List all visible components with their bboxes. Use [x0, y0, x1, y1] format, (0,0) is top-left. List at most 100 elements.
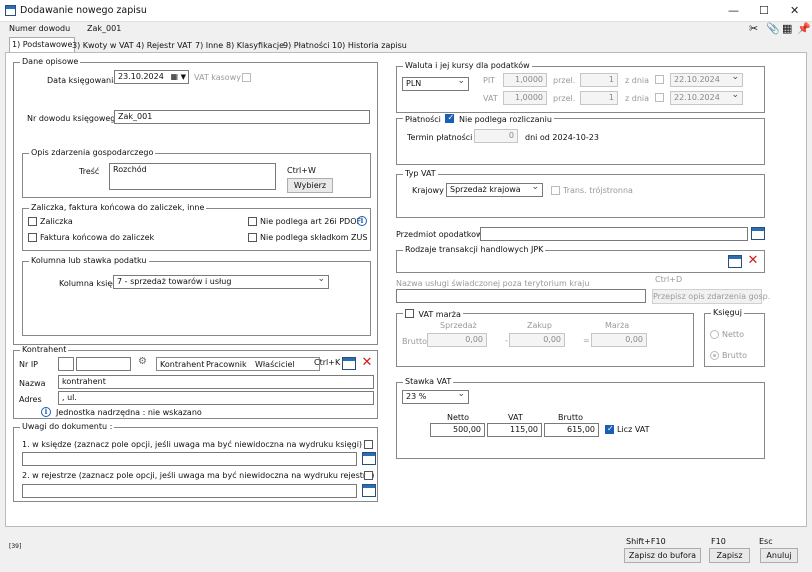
marza-input[interactable]: 0,00 [591, 333, 647, 347]
vat-date-input[interactable]: 22.10.2024 [670, 91, 743, 105]
maximize-button[interactable]: ☐ [759, 4, 769, 17]
zapisz-button[interactable]: Zapisz [709, 548, 750, 563]
tab-inne[interactable]: 7) Inne [193, 39, 225, 53]
vat-z-dnia-label: z dnia [625, 94, 650, 103]
uwagi-ksiedze-checkbox[interactable] [364, 440, 373, 449]
kolumna-ksiegi-select[interactable]: 7 - sprzedaż towarów i usług [113, 275, 329, 289]
uwagi-ksiedze-button[interactable] [362, 452, 376, 465]
brutto-radio[interactable] [710, 351, 719, 360]
nazwa-uslugi-input[interactable] [396, 289, 646, 303]
sprzedaz-label: Sprzedaż [440, 321, 477, 330]
paperclip-icon[interactable]: 📎 [766, 22, 780, 35]
nazwa-input[interactable]: kontrahent [58, 375, 374, 389]
netto-radio[interactable] [710, 330, 719, 339]
calendar-icon[interactable]: ▦ [170, 71, 178, 83]
tab-historia[interactable]: 10) Historia zapisu [330, 39, 409, 53]
vat-date-checkbox[interactable] [655, 93, 664, 102]
vat-kasowy-checkbox[interactable] [242, 73, 251, 82]
typ-vat-group: Typ VAT Krajowy Sprzedaż krajowa Trans. … [396, 169, 765, 218]
tab-kwoty-vat[interactable]: 3) Kwoty w VAT [70, 39, 136, 53]
nie-podlega-checkbox[interactable] [445, 113, 455, 123]
pit-rate-input[interactable]: 1,0000 [503, 73, 547, 87]
uwagi-rejestrze-input[interactable] [22, 484, 357, 498]
vat-amount-input[interactable]: 115,00 [487, 423, 542, 437]
numer-dowodu-value: Zak_001 [87, 24, 122, 33]
pit-przel-input[interactable]: 1 [580, 73, 618, 87]
uwagi-ksiedze-input[interactable] [22, 452, 357, 466]
wlasciciel-type-option[interactable]: Właściciel [255, 360, 295, 369]
vat-rate-input[interactable]: 1,0000 [503, 91, 547, 105]
minus-sign: - [505, 336, 508, 345]
uwagi-rejestrze-button[interactable] [362, 484, 376, 497]
zaliczka-checkbox[interactable] [28, 217, 37, 226]
trans-trojstronna-checkbox[interactable] [551, 186, 560, 195]
jpk-clear-button[interactable]: ✕ [746, 254, 760, 268]
faktura-koncowa-checkbox[interactable] [28, 233, 37, 242]
vat-przel-input[interactable]: 1 [580, 91, 618, 105]
tab-rejestr-vat[interactable]: 4) Rejestr VAT [134, 39, 194, 53]
zus-checkbox[interactable] [248, 233, 257, 242]
nr-ip-label: Nr IP [19, 360, 38, 369]
przedmiot-select-button[interactable] [751, 227, 765, 240]
data-ksiegowania-input[interactable]: 23.10.2024 ▦ ▼ [114, 70, 189, 84]
date-dropdown-arrow[interactable]: ▼ [181, 71, 186, 83]
pin-icon[interactable]: 📌 [797, 22, 811, 35]
adres-label: Adres [19, 395, 42, 404]
numer-dowodu-label: Numer dowodu [9, 24, 71, 33]
nazwa-label: Nazwa [19, 379, 46, 388]
nr-ip-input[interactable] [58, 357, 74, 371]
grid-icon[interactable]: ▦ [782, 22, 792, 35]
termin-platnosci-input[interactable]: 0 [474, 129, 518, 143]
adres-input[interactable]: , ul. [58, 391, 374, 405]
zakup-input[interactable]: 0,00 [509, 333, 565, 347]
pit-date-input[interactable]: 22.10.2024 [670, 73, 743, 87]
brutto-input[interactable]: 615,00 [544, 423, 599, 437]
vat-przel-label: przel. [553, 94, 576, 103]
marza-label: Marża [605, 321, 630, 330]
nie-podlega-label: Nie podlega rozliczaniu [458, 115, 552, 124]
minimize-button[interactable]: — [728, 4, 739, 17]
netto-input[interactable]: 500,00 [430, 423, 485, 437]
ctrl-k-hint: Ctrl+K [314, 358, 341, 367]
kontrahent-code-input[interactable] [76, 357, 131, 371]
kontrahent-group: Kontrahent Nr IP ⚙ Kontrahent Pracownik … [13, 345, 378, 419]
tresc-textarea[interactable]: Rozchód [109, 163, 276, 190]
typ-vat-select[interactable]: Sprzedaż krajowa [446, 183, 543, 197]
select-kontrahent-button[interactable] [342, 357, 356, 370]
vat-marza-checkbox[interactable] [405, 309, 414, 318]
sprzedaz-input[interactable]: 0,00 [427, 333, 487, 347]
pit-date-checkbox[interactable] [655, 75, 664, 84]
close-button[interactable]: ✕ [790, 4, 799, 17]
nazwa-uslugi-label: Nazwa usługi świadczonej poza terytorium… [396, 279, 590, 288]
przepisz-button[interactable]: Przepisz opis zdarzenia gosp. [652, 289, 770, 304]
typ-vat-title: Typ VAT [403, 169, 438, 178]
uwagi-rejestrze-checkbox[interactable] [364, 471, 373, 480]
zakup-label: Zakup [527, 321, 552, 330]
uwagi-ksiedze-label: 1. w księdze (zaznacz pole opcji, jeśli … [22, 440, 363, 449]
opis-zdarzenia-group: Opis zdarzenia gospodarczego Treść Rozch… [22, 148, 371, 198]
zapisz-do-bufora-button[interactable]: Zapisz do bufora [624, 548, 701, 563]
info-icon[interactable]: i [357, 216, 367, 226]
tresc-label: Treść [79, 167, 100, 176]
wybierz-button[interactable]: Wybierz [287, 178, 333, 193]
settings-icon[interactable]: ⚙ [138, 356, 147, 367]
jpk-select-button[interactable] [728, 255, 742, 268]
pracownik-type-option[interactable]: Pracownik [206, 360, 247, 369]
jednostka-nadrzedna-text: Jednostka nadrzędna : nie wskazano [56, 408, 202, 417]
kolumna-group: Kolumna lub stawka podatku Kolumna księg… [22, 256, 371, 336]
kontrahent-type-option[interactable]: Kontrahent [160, 360, 204, 369]
scissors-icon[interactable]: ✂ [749, 22, 758, 35]
przedmiot-input[interactable] [480, 227, 748, 241]
art26-checkbox[interactable] [248, 217, 257, 226]
currency-select[interactable]: PLN [402, 77, 469, 91]
anuluj-button[interactable]: Anuluj [760, 548, 798, 563]
platnosci-title-text: Płatności [405, 115, 441, 124]
tab-klasyfikacje[interactable]: 8) Klasyfikacje [224, 39, 286, 53]
art26-label: Nie podlega art 26i PDOF [260, 217, 362, 226]
licz-vat-checkbox[interactable] [605, 424, 614, 434]
nr-dowodu-input[interactable]: Zak_001 [114, 110, 370, 124]
stawka-vat-select[interactable]: 23 % [402, 390, 469, 404]
tab-podstawowe[interactable]: 1) Podstawowe [9, 37, 76, 53]
tab-platnosci[interactable]: 9) Płatności [281, 39, 332, 53]
clear-kontrahent-button[interactable]: ✕ [360, 356, 374, 370]
